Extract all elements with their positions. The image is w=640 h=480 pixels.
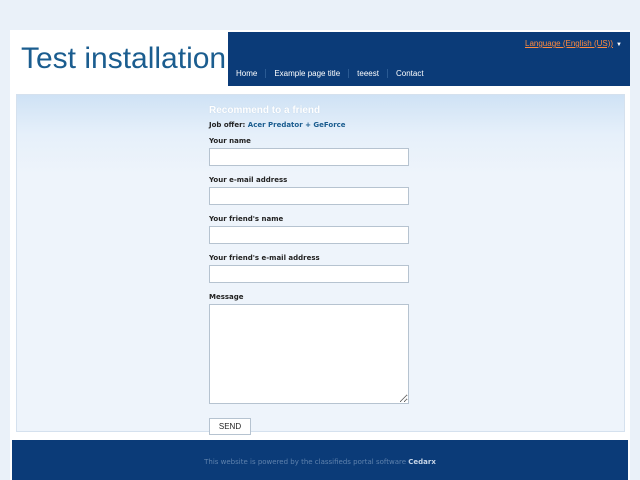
footer-text: This website is powered by the classifie… <box>12 458 628 466</box>
footer-brand-link[interactable]: Cedarx <box>408 458 436 466</box>
your-name-label: Your name <box>209 137 251 145</box>
message-label: Message <box>209 293 244 301</box>
main-menu: Home Example page title teeest Contact <box>228 66 432 80</box>
job-offer-link[interactable]: Acer Predator + GeForce <box>248 121 346 129</box>
message-textarea[interactable] <box>209 304 409 404</box>
job-offer-label: Job offer: <box>209 121 246 129</box>
nav-item-teeest[interactable]: teeest <box>348 68 387 78</box>
language-selector[interactable]: Language (English (US)) ▼ <box>525 39 622 48</box>
content-area: Recommend to a friend Job offer: Acer Pr… <box>16 94 625 435</box>
your-email-input[interactable] <box>209 187 409 205</box>
footer-powered-text: This website is powered by the classifie… <box>204 458 407 466</box>
friend-email-input[interactable] <box>209 265 409 283</box>
send-button[interactable]: SEND <box>209 418 251 435</box>
form-title: Recommend to a friend <box>209 105 321 116</box>
nav-item-contact[interactable]: Contact <box>386 68 432 78</box>
friend-email-label: Your friend's e-mail address <box>209 254 320 262</box>
site-footer: This website is powered by the classifie… <box>12 440 628 480</box>
recommend-form: Recommend to a friend Job offer: Acer Pr… <box>209 105 419 435</box>
site-header: Test installation Language (English (US)… <box>10 30 630 88</box>
caret-down-icon: ▼ <box>616 42 622 48</box>
nav-item-home[interactable]: Home <box>228 69 265 78</box>
your-name-input[interactable] <box>209 148 409 166</box>
site-title[interactable]: Test installation <box>21 42 226 76</box>
language-label: Language (English (US)) <box>525 39 614 48</box>
job-offer: Job offer: Acer Predator + GeForce <box>209 121 419 129</box>
friend-name-label: Your friend's name <box>209 215 284 223</box>
page-container: Test installation Language (English (US)… <box>10 30 630 480</box>
your-email-label: Your e-mail address <box>209 176 288 184</box>
nav-item-example-page[interactable]: Example page title <box>265 68 348 78</box>
friend-name-input[interactable] <box>209 226 409 244</box>
navigation-bar: Language (English (US)) ▼ Home Example pa… <box>228 32 630 86</box>
